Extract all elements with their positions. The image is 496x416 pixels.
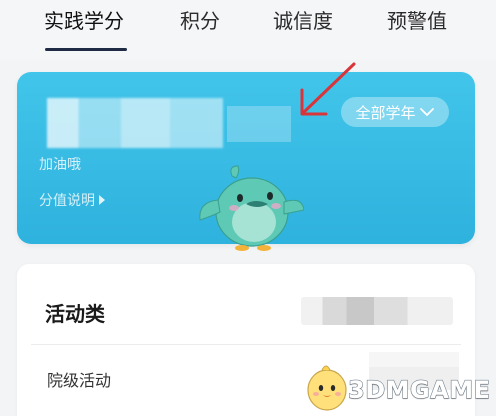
academic-year-label: 全部学年 <box>355 103 416 122</box>
score-explanation-link[interactable]: 分值说明 <box>39 190 106 210</box>
mascot-character-icon <box>199 165 304 251</box>
watermark-logo: 3DMGAME <box>302 362 492 414</box>
red-arrow-annotation-icon <box>300 62 356 116</box>
chevron-down-icon <box>419 108 434 116</box>
tab-points[interactable]: 积分 <box>180 5 220 34</box>
list-item-college-activity[interactable]: 院级活动 <box>47 367 111 391</box>
activity-category-title: 活动类 <box>45 302 105 326</box>
score-explanation-label: 分值说明 <box>39 193 95 209</box>
tab-integrity[interactable]: 诚信度 <box>273 5 333 34</box>
blurred-category-score <box>301 297 453 325</box>
divider <box>31 344 461 345</box>
watermark-text: 3DMGAME <box>347 375 491 404</box>
blurred-score-value <box>47 98 223 148</box>
blurred-score-unit <box>227 106 291 142</box>
tab-bar: 实践学分 积分 诚信度 预警值 <box>0 0 496 60</box>
tab-warning-value[interactable]: 预警值 <box>387 5 447 34</box>
app-screen: 实践学分 积分 诚信度 预警值 全部学年 加油哦 分值说明 活动类 院级活动 3… <box>0 0 496 416</box>
tab-practice-credits[interactable]: 实践学分 <box>44 5 124 34</box>
active-tab-indicator <box>45 48 127 51</box>
chick-mascot-icon <box>307 365 347 411</box>
caret-right-icon <box>99 195 105 205</box>
encouragement-text: 加油哦 <box>39 157 81 173</box>
